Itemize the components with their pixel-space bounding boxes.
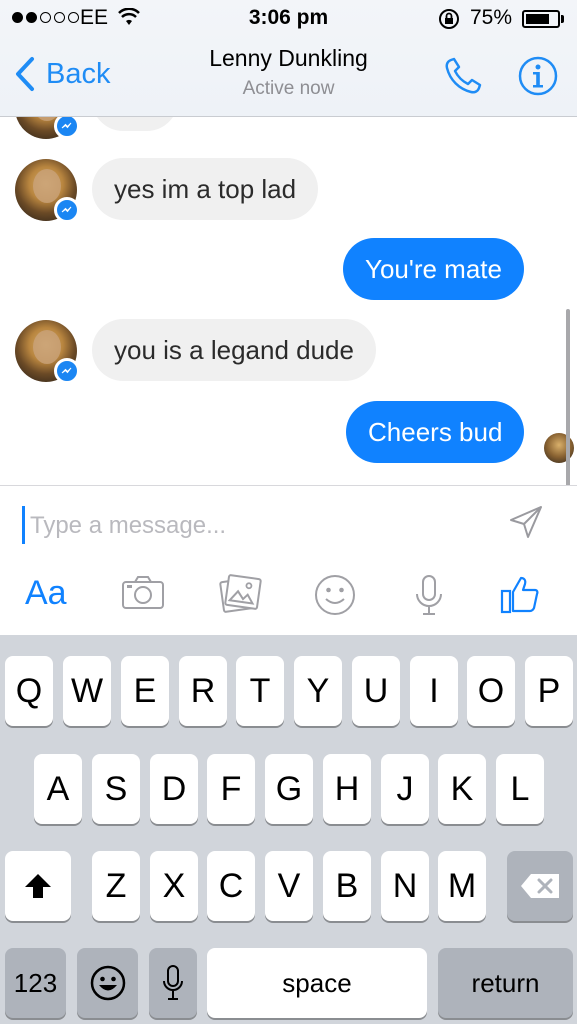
key-v[interactable]: V	[265, 851, 313, 921]
thumbs-up-icon[interactable]	[500, 574, 540, 619]
key-s[interactable]: S	[92, 754, 140, 824]
return-key[interactable]: return	[438, 948, 573, 1018]
key-f[interactable]: F	[207, 754, 255, 824]
key-i[interactable]: I	[410, 656, 458, 726]
message-bubble-incoming[interactable]: yes im a top lad	[92, 158, 319, 220]
key-x[interactable]: X	[150, 851, 198, 921]
shift-arrow-icon	[25, 874, 51, 898]
messenger-badge-icon	[54, 117, 80, 139]
scrollbar[interactable]	[566, 309, 570, 485]
key-d[interactable]: D	[150, 754, 198, 824]
backspace-key[interactable]	[507, 851, 573, 921]
key-w[interactable]: W	[63, 656, 111, 726]
send-icon[interactable]	[508, 504, 544, 545]
key-j[interactable]: J	[381, 754, 429, 824]
messenger-badge-icon	[54, 358, 80, 384]
microphone-icon	[163, 965, 183, 1000]
space-key[interactable]: space	[207, 948, 427, 1018]
phone-icon[interactable]	[443, 56, 483, 101]
message-composer: Type a message... Aa	[0, 485, 577, 635]
key-r[interactable]: R	[179, 656, 227, 726]
numbers-key[interactable]: 123	[5, 948, 66, 1018]
key-t[interactable]: T	[236, 656, 284, 726]
message-bubble-outgoing[interactable]: You're mate	[343, 238, 524, 300]
key-b[interactable]: B	[323, 851, 371, 921]
emoji-keyboard-icon	[90, 965, 125, 1001]
status-bar: EE 3:06 pm 75%	[0, 0, 577, 38]
keyboard: Q W E R T Y U I O P A S D F G H J K L Z …	[0, 635, 577, 1024]
contact-status: Active now	[242, 78, 335, 99]
backspace-icon	[521, 874, 559, 898]
messenger-badge-icon	[54, 197, 80, 223]
shift-key[interactable]	[5, 851, 71, 921]
contact-name[interactable]: Lenny Dunkling	[0, 45, 577, 72]
emoji-icon[interactable]	[314, 574, 356, 621]
top-bar: EE 3:06 pm 75% Back Lenny Dunkling Activ…	[0, 0, 577, 117]
battery-fill	[526, 14, 549, 24]
key-q[interactable]: Q	[5, 656, 53, 726]
key-e[interactable]: E	[121, 656, 169, 726]
microphone-icon[interactable]	[413, 574, 445, 621]
dictation-key[interactable]	[149, 948, 197, 1018]
battery-tip	[561, 15, 564, 23]
key-h[interactable]: H	[323, 754, 371, 824]
key-o[interactable]: O	[467, 656, 515, 726]
gallery-icon[interactable]	[218, 574, 262, 619]
key-y[interactable]: Y	[294, 656, 342, 726]
key-m[interactable]: M	[438, 851, 486, 921]
message-bubble-incoming[interactable]: yep	[92, 117, 178, 131]
message-thread[interactable]: yep yes im a top lad You're mate you is …	[0, 117, 577, 485]
battery-percent: 75%	[470, 6, 513, 29]
message-bubble-outgoing[interactable]: Cheers bud	[346, 401, 525, 463]
text-format-button[interactable]: Aa	[25, 574, 67, 613]
key-k[interactable]: K	[438, 754, 486, 824]
key-a[interactable]: A	[34, 754, 82, 824]
info-icon[interactable]	[518, 56, 558, 101]
rotation-lock-icon	[438, 8, 460, 36]
key-z[interactable]: Z	[92, 851, 140, 921]
message-input[interactable]: Type a message...	[24, 508, 464, 544]
key-n[interactable]: N	[381, 851, 429, 921]
key-u[interactable]: U	[352, 656, 400, 726]
key-l[interactable]: L	[496, 754, 544, 824]
battery-icon	[522, 10, 560, 28]
key-g[interactable]: G	[265, 754, 313, 824]
message-bubble-incoming[interactable]: you is a legand dude	[92, 319, 376, 381]
message-placeholder: Type a message...	[30, 512, 227, 539]
key-c[interactable]: C	[207, 851, 255, 921]
emoji-keyboard-key[interactable]	[77, 948, 138, 1018]
key-p[interactable]: P	[525, 656, 573, 726]
camera-icon[interactable]	[121, 574, 165, 615]
